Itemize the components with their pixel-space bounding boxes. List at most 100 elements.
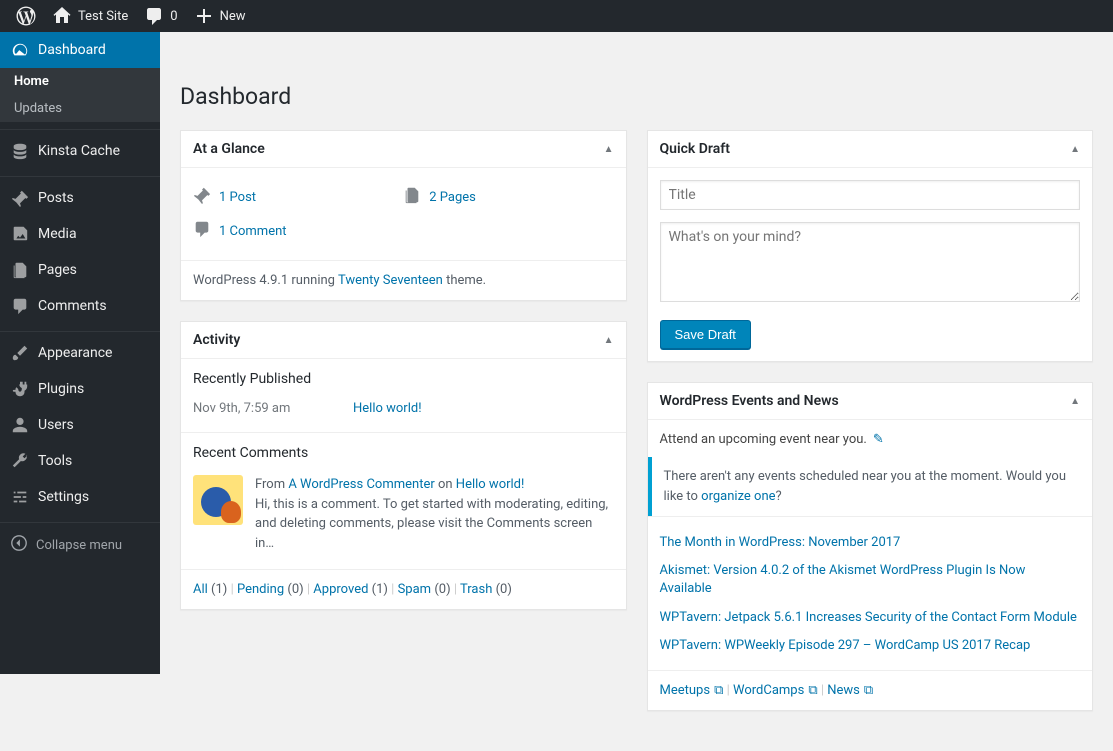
comment-meta: From A WordPress Commenter on Hello worl… [255, 475, 614, 495]
submenu-updates[interactable]: Updates [0, 95, 160, 122]
activity-widget: Activity ▲ Recently Published Nov 9th, 7… [180, 321, 627, 610]
plug-icon [10, 379, 30, 399]
dashboard-submenu: Home Updates [0, 68, 160, 122]
comment-excerpt: Hi, this is a comment. To get started wi… [255, 495, 614, 554]
widget-title: Activity [193, 332, 240, 348]
attend-event-row: Attend an upcoming event near you. ✎ [660, 432, 1081, 457]
menu-dashboard-label: Dashboard [38, 42, 106, 58]
admin-bar: Test Site 0 New [0, 0, 1113, 32]
menu-appearance[interactable]: Appearance [0, 335, 160, 371]
toggle-icon[interactable]: ▲ [1070, 144, 1080, 155]
menu-comments[interactable]: Comments [0, 288, 160, 324]
menu-media[interactable]: Media [0, 216, 160, 252]
filter-pending[interactable]: Pending [237, 582, 284, 597]
events-news-widget: WordPress Events and News ▲ Attend an up… [647, 382, 1094, 711]
news-link[interactable]: Akismet: Version 4.0.2 of the Akismet Wo… [660, 557, 1081, 603]
glance-comments: 1 Comment [193, 214, 403, 248]
news-link[interactable]: WPTavern: Jetpack 5.6.1 Increases Securi… [660, 604, 1081, 632]
quick-draft-widget: Quick Draft ▲ Save Draft [647, 130, 1094, 362]
widget-header[interactable]: WordPress Events and News ▲ [648, 383, 1093, 420]
toggle-icon[interactable]: ▲ [604, 144, 614, 155]
collapse-label: Collapse menu [36, 538, 122, 553]
published-title-link[interactable]: Hello world! [353, 401, 422, 416]
menu-plugins-label: Plugins [38, 381, 84, 397]
pages-icon [403, 186, 423, 208]
sliders-icon [10, 487, 30, 507]
widget-title: At a Glance [193, 141, 265, 157]
glance-posts: 1 Post [193, 180, 403, 214]
filter-all[interactable]: All [193, 582, 208, 597]
news-link-footer[interactable]: News⧉ [827, 683, 873, 698]
main-content: Dashboard At a Glance ▲ 1 Post [160, 64, 1113, 751]
menu-users-label: Users [38, 417, 74, 433]
external-icon: ⧉ [864, 683, 873, 698]
separator [0, 327, 160, 332]
filter-spam[interactable]: Spam [398, 582, 432, 597]
site-name-link[interactable]: Test Site [44, 0, 136, 32]
dashboard-icon [10, 40, 30, 60]
new-content-link[interactable]: New [186, 0, 254, 32]
widget-header[interactable]: Activity ▲ [181, 322, 626, 359]
external-icon: ⧉ [808, 683, 817, 698]
collapse-icon [10, 534, 28, 556]
organize-link[interactable]: organize one [701, 489, 775, 504]
toggle-icon[interactable]: ▲ [604, 335, 614, 346]
menu-dashboard[interactable]: Dashboard [0, 32, 160, 68]
avatar-icon [193, 475, 243, 525]
filter-approved[interactable]: Approved [313, 582, 368, 597]
draft-content-textarea[interactable] [660, 222, 1081, 302]
menu-comments-label: Comments [38, 298, 107, 314]
widget-header[interactable]: Quick Draft ▲ [648, 131, 1093, 168]
menu-plugins[interactable]: Plugins [0, 371, 160, 407]
glance-posts-link[interactable]: 1 Post [219, 190, 256, 205]
menu-settings[interactable]: Settings [0, 479, 160, 515]
wp-logo[interactable] [8, 0, 44, 32]
draft-title-input[interactable] [660, 180, 1081, 210]
glance-comments-link[interactable]: 1 Comment [219, 224, 287, 239]
media-icon [10, 224, 30, 244]
menu-kinsta-cache[interactable]: Kinsta Cache [0, 133, 160, 169]
separator [0, 125, 160, 130]
widget-header[interactable]: At a Glance ▲ [181, 131, 626, 168]
published-item: Nov 9th, 7:59 am Hello world! [193, 395, 614, 422]
widget-title: Quick Draft [660, 141, 730, 157]
news-list: The Month in WordPress: November 2017 Ak… [648, 516, 1093, 660]
at-a-glance-widget: At a Glance ▲ 1 Post 2 Pages [180, 130, 627, 301]
edit-location-icon[interactable]: ✎ [873, 432, 884, 447]
collapse-menu[interactable]: Collapse menu [0, 526, 160, 564]
menu-posts[interactable]: Posts [0, 180, 160, 216]
news-link[interactable]: The Month in WordPress: November 2017 [660, 529, 1081, 557]
comment-post-link[interactable]: Hello world! [456, 477, 525, 492]
theme-link[interactable]: Twenty Seventeen [338, 273, 443, 288]
comment-author-link[interactable]: A WordPress Commenter [288, 477, 434, 492]
new-label: New [220, 9, 246, 24]
admin-sidebar: Dashboard Home Updates Kinsta Cache Post… [0, 32, 160, 674]
no-events-notice: There aren't any events scheduled near y… [648, 457, 1093, 516]
separator [0, 172, 160, 177]
news-link[interactable]: WPTavern: WPWeekly Episode 297 – WordCam… [660, 632, 1081, 660]
comments-link[interactable]: 0 [136, 0, 185, 32]
menu-users[interactable]: Users [0, 407, 160, 443]
separator [0, 518, 160, 523]
external-icon: ⧉ [714, 683, 723, 698]
submenu-home[interactable]: Home [0, 68, 160, 95]
save-draft-button[interactable]: Save Draft [660, 320, 751, 349]
filter-trash[interactable]: Trash [460, 582, 492, 597]
menu-pages[interactable]: Pages [0, 252, 160, 288]
database-icon [10, 141, 30, 161]
wordpress-icon [16, 6, 36, 26]
menu-posts-label: Posts [38, 190, 74, 206]
toggle-icon[interactable]: ▲ [1070, 396, 1080, 407]
home-icon [52, 6, 72, 26]
brush-icon [10, 343, 30, 363]
menu-tools[interactable]: Tools [0, 443, 160, 479]
wordcamps-link[interactable]: WordCamps⧉ [733, 683, 818, 698]
comment-item: From A WordPress Commenter on Hello worl… [193, 469, 614, 559]
wp-version: WordPress 4.9.1 running Twenty Seventeen… [181, 260, 626, 300]
menu-appearance-label: Appearance [38, 345, 112, 361]
pages-icon [10, 260, 30, 280]
menu-settings-label: Settings [38, 489, 89, 505]
widget-title: WordPress Events and News [660, 393, 839, 409]
meetups-link[interactable]: Meetups⧉ [660, 683, 724, 698]
glance-pages-link[interactable]: 2 Pages [429, 190, 476, 205]
